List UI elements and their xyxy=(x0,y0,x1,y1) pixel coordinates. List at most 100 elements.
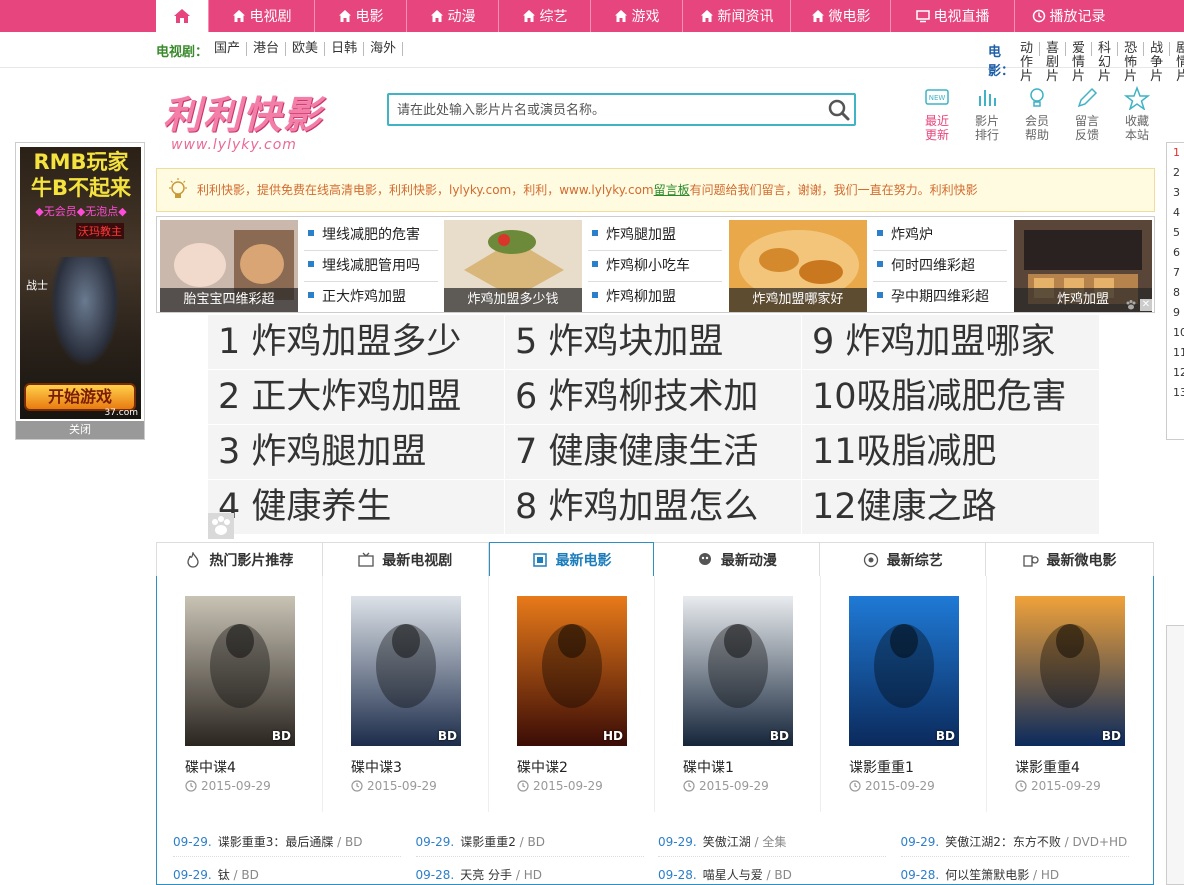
movie-sub-3[interactable]: 科幻片 xyxy=(1092,42,1119,84)
movie-card[interactable]: BD 谍影重重4 2015-09-29 xyxy=(987,576,1153,812)
ad-text-link[interactable]: 炸鸡柳加盟 xyxy=(588,282,722,313)
keyword-link[interactable]: 1 炸鸡加盟多少 xyxy=(208,315,505,370)
guestbook-link[interactable]: 留言板 xyxy=(654,183,690,197)
tab-1[interactable]: 最新电视剧 xyxy=(322,543,489,577)
movie-list-name[interactable]: 天亮 分手 xyxy=(460,868,512,882)
movie-list-name[interactable]: 钛 xyxy=(218,868,230,882)
movie-poster[interactable]: BD xyxy=(1015,596,1125,746)
quick-link-4[interactable]: 收藏 本站 xyxy=(1112,86,1162,142)
search-input[interactable] xyxy=(397,100,817,120)
keyword-link[interactable]: 7 健康健康生活 xyxy=(505,425,802,480)
ad-text-link[interactable]: 埋线减肥管用吗 xyxy=(304,251,438,282)
keyword-link[interactable]: 4 健康养生 xyxy=(208,480,505,535)
tab-3[interactable]: 最新动漫 xyxy=(654,543,821,577)
keyword-link[interactable]: 2 正大炸鸡加盟 xyxy=(208,370,505,425)
movie-title[interactable]: 谍影重重4 xyxy=(1015,757,1080,777)
ad-text-link[interactable]: 正大炸鸡加盟 xyxy=(304,282,438,313)
movie-poster[interactable]: BD xyxy=(185,596,295,746)
movie-title[interactable]: 碟中谍3 xyxy=(351,757,402,777)
movie-sub-2[interactable]: 爱情片 xyxy=(1066,42,1093,84)
nav-item-3[interactable]: 综艺 xyxy=(498,0,590,32)
ad-image-chicken-1[interactable]: 炸鸡加盟多少钱 xyxy=(444,220,582,312)
movie-title[interactable]: 碟中谍4 xyxy=(185,757,236,777)
ad-text-link[interactable]: 何时四维彩超 xyxy=(873,251,1007,282)
movie-list-item[interactable]: 09-29. 谍影重重3：最后通牒 / BD xyxy=(173,828,416,861)
keyword-link[interactable]: 11吸脂减肥 xyxy=(802,425,1100,480)
quick-link-3[interactable]: 留言 反馈 xyxy=(1062,86,1112,142)
movie-list-name[interactable]: 何以笙箫默电影 xyxy=(945,868,1029,882)
tab-5[interactable]: 最新微电影 xyxy=(986,543,1153,577)
movie-list-name[interactable]: 笑傲江湖2：东方不败 xyxy=(945,835,1061,849)
tv-sub-1[interactable]: 港台 xyxy=(247,42,287,56)
site-logo[interactable]: 利利快影 www.lylyky.com xyxy=(163,84,348,154)
movie-title[interactable]: 碟中谍2 xyxy=(517,757,568,777)
ad-text-link[interactable]: 孕中期四维彩超 xyxy=(873,282,1007,313)
tv-sub-4[interactable]: 海外 xyxy=(364,42,404,56)
movie-card[interactable]: BD 碟中谍4 2015-09-29 xyxy=(157,576,323,812)
left-game-ad[interactable]: RMB玩家 牛B不起来 ◆无会员◆无泡点◆ 沃玛教主 战士 开始游戏 37.com… xyxy=(15,142,145,440)
movie-sub-6[interactable]: 剧情片 xyxy=(1170,42,1184,84)
quick-link-0[interactable]: NEW 最近 更新 xyxy=(912,86,962,142)
movie-list-name[interactable]: 谍影重重2 xyxy=(460,835,516,849)
quick-link-2[interactable]: 会员 帮助 xyxy=(1012,86,1062,142)
movie-poster[interactable]: BD xyxy=(351,596,461,746)
movie-sub-5[interactable]: 战争片 xyxy=(1144,42,1171,84)
nav-item-6[interactable]: 微电影 xyxy=(790,0,890,32)
movie-card[interactable]: HD 碟中谍2 2015-09-29 xyxy=(489,576,655,812)
search-button[interactable] xyxy=(827,98,851,122)
movie-card[interactable]: BD 碟中谍3 2015-09-29 xyxy=(323,576,489,812)
nav-item-2[interactable]: 动漫 xyxy=(406,0,498,32)
nav-item-7[interactable]: 电视直播 xyxy=(890,0,1014,32)
ad-image-chicken-2[interactable]: 炸鸡加盟哪家好 xyxy=(729,220,867,312)
ad-text-link[interactable]: 炸鸡腿加盟 xyxy=(588,220,722,251)
movie-list-item[interactable]: 09-28. 喵星人与爱 / BD xyxy=(658,861,901,885)
tab-4[interactable]: 最新综艺 xyxy=(820,543,987,577)
movie-list-name[interactable]: 谍影重重3：最后通牒 xyxy=(218,835,334,849)
keyword-link[interactable]: 8 炸鸡加盟怎么 xyxy=(505,480,802,535)
movie-poster[interactable]: BD xyxy=(683,596,793,746)
movie-title[interactable]: 谍影重重1 xyxy=(849,757,914,777)
keyword-link[interactable]: 12健康之路 xyxy=(802,480,1100,535)
nav-item-1[interactable]: 电影 xyxy=(314,0,406,32)
movie-title[interactable]: 碟中谍1 xyxy=(683,757,734,777)
movie-list-item[interactable]: 09-29. 笑傲江湖2：东方不败 / DVD+HD xyxy=(900,828,1144,861)
nav-item-5[interactable]: 新闻资讯 xyxy=(682,0,790,32)
keyword-link[interactable]: 6 炸鸡柳技术加 xyxy=(505,370,802,425)
movie-list-item[interactable]: 09-29. 钛 / BD xyxy=(173,861,416,885)
movie-list-name[interactable]: 笑傲江湖 xyxy=(703,835,751,849)
home-button[interactable] xyxy=(156,0,208,32)
movie-card[interactable]: BD 谍影重重1 2015-09-29 xyxy=(821,576,987,812)
keyword-link[interactable]: 3 炸鸡腿加盟 xyxy=(208,425,505,480)
ad-image-baby[interactable]: 胎宝宝四维彩超 xyxy=(160,220,298,312)
game-ad-image[interactable]: RMB玩家 牛B不起来 ◆无会员◆无泡点◆ 沃玛教主 战士 开始游戏 37.com xyxy=(20,147,141,419)
paw-badge[interactable] xyxy=(208,513,234,539)
tv-sub-0[interactable]: 国产 xyxy=(208,42,248,56)
movie-sub-0[interactable]: 动作片 xyxy=(1014,42,1041,84)
movie-list-item[interactable]: 09-29. 谍影重重2 / BD xyxy=(415,828,659,861)
tv-sub-2[interactable]: 欧美 xyxy=(286,42,326,56)
movie-poster[interactable]: BD xyxy=(849,596,959,746)
quick-link-1[interactable]: 影片 排行 xyxy=(962,86,1012,142)
ad-text-link[interactable]: 炸鸡柳小吃车 xyxy=(588,251,722,282)
movie-list-item[interactable]: 09-29. 笑傲江湖 / 全集 xyxy=(658,828,901,861)
ad-text-link[interactable]: 埋线减肥的危害 xyxy=(304,220,438,251)
nav-item-8[interactable]: 播放记录 xyxy=(1014,0,1122,32)
keyword-link[interactable]: 10吸脂减肥危害 xyxy=(802,370,1100,425)
keyword-link[interactable]: 9 炸鸡加盟哪家 xyxy=(802,315,1100,370)
tab-0[interactable]: 热门影片推荐 xyxy=(157,543,323,577)
ad-text-link[interactable]: 炸鸡炉 xyxy=(873,220,1007,251)
tab-2[interactable]: 最新电影 xyxy=(488,542,655,578)
movie-list-item[interactable]: 09-28. 天亮 分手 / HD xyxy=(416,861,659,885)
start-game-button[interactable]: 开始游戏 xyxy=(24,383,136,411)
close-ad-row-button[interactable]: ✕ xyxy=(1140,299,1152,311)
movie-poster[interactable]: HD xyxy=(517,596,627,746)
keyword-link[interactable]: 5 炸鸡块加盟 xyxy=(505,315,802,370)
tv-sub-3[interactable]: 日韩 xyxy=(325,42,365,56)
close-ad-button[interactable]: 关闭 xyxy=(16,421,144,439)
movie-list-name[interactable]: 喵星人与爱 xyxy=(703,868,763,882)
movie-card[interactable]: BD 碟中谍1 2015-09-29 xyxy=(655,576,821,812)
nav-item-0[interactable]: 电视剧 xyxy=(208,0,314,32)
nav-item-4[interactable]: 游戏 xyxy=(590,0,682,32)
movie-sub-1[interactable]: 喜剧片 xyxy=(1040,42,1067,84)
movie-sub-4[interactable]: 恐怖片 xyxy=(1118,42,1145,84)
